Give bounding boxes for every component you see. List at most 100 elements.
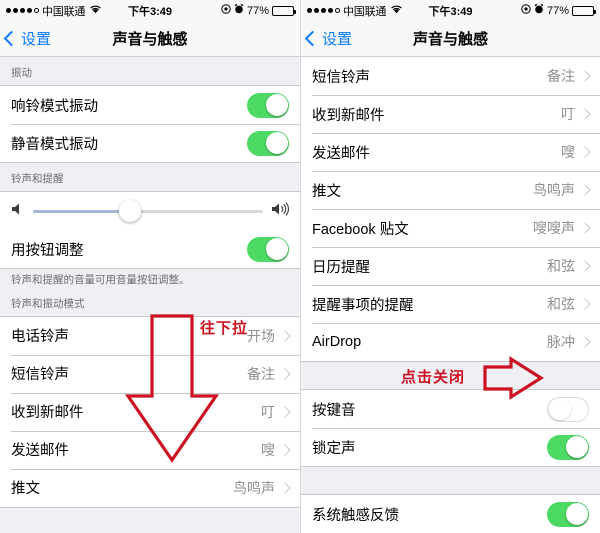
row-control (247, 236, 289, 262)
chevron-right-icon (579, 222, 591, 234)
wifi-icon (390, 4, 403, 17)
status-bar-right: 中国联通 下午3:49 77% (301, 0, 600, 21)
chevron-right-icon (579, 108, 591, 120)
row-label: 短信铃声 (312, 69, 370, 86)
toggle-change-with-buttons[interactable] (247, 236, 289, 262)
volume-high-icon (271, 201, 290, 221)
row-control (547, 501, 589, 527)
row-value-group: 和弦 (547, 294, 591, 314)
row-text-tone[interactable]: 短信铃声 备注 (301, 57, 600, 95)
slider-fill (33, 209, 130, 213)
row-ring-vibrate[interactable]: 响铃模式振动 (0, 86, 300, 124)
row-value: 嗖 (261, 441, 275, 458)
toggle-keyboard-clicks[interactable] (547, 396, 589, 422)
row-calendar-alert[interactable]: 日历提醒 和弦 (301, 247, 600, 285)
back-button[interactable]: 设置 (0, 28, 51, 49)
battery-percent: 77% (546, 4, 569, 17)
slider-track (33, 209, 263, 213)
row-value: 和弦 (547, 258, 575, 274)
slider-thumb[interactable] (118, 200, 141, 222)
section-footer-ringer: 铃声和提醒的音量可用音量按钮调整。 (0, 269, 300, 294)
row-sent-mail[interactable]: 发送邮件 嗖 (301, 133, 600, 171)
toggle-ring-vibrate[interactable] (247, 92, 289, 118)
alarm-icon (234, 3, 244, 17)
row-value: 备注 (547, 68, 575, 84)
row-airdrop[interactable]: AirDrop 脉冲 (301, 323, 600, 361)
row-silent-vibrate[interactable]: 静音模式振动 (0, 124, 300, 162)
row-label: 电话铃声 (11, 329, 69, 346)
row-value-group: 备注 (247, 364, 291, 384)
battery-percent: 77% (246, 4, 269, 17)
row-value-group: 备注 (547, 66, 591, 86)
row-label: 用按钮调整 (11, 242, 84, 259)
toggle-lock-sound[interactable] (547, 434, 589, 460)
row-value: 嗖 (561, 144, 575, 160)
settings-list-right[interactable]: 短信铃声 备注 收到新邮件 叮 发送邮件 嗖 推文 鸟鸣声 Facebook 贴… (301, 57, 600, 533)
row-label: 发送邮件 (312, 145, 370, 162)
back-button[interactable]: 设置 (301, 28, 352, 49)
row-value: 鸟鸣声 (233, 479, 275, 496)
chevron-right-icon (279, 367, 291, 380)
row-new-mail[interactable]: 收到新邮件 叮 (301, 95, 600, 133)
signal-strength-icon (307, 8, 340, 13)
section-sounds-group: 电话铃声 开场 短信铃声 备注 收到新邮件 叮 发送邮件 嗖 推文 鸟鸣声 (0, 315, 300, 508)
row-reminder-alert[interactable]: 提醒事项的提醒 和弦 (301, 285, 600, 323)
row-label: 响铃模式振动 (11, 98, 98, 115)
row-value-group: 嗖 (561, 142, 591, 162)
chevron-right-icon (279, 443, 291, 456)
row-change-with-buttons[interactable]: 用按钮调整 (0, 230, 300, 268)
chevron-right-icon (279, 405, 291, 418)
status-bar-carrier-group: 中国联通 (307, 3, 403, 19)
row-value-group: 嗖嗖声 (533, 218, 591, 238)
row-label: AirDrop (312, 334, 362, 350)
row-control (247, 92, 289, 118)
chevron-right-icon (279, 329, 291, 342)
row-control (547, 396, 589, 422)
section-sounds-group: 短信铃声 备注 收到新邮件 叮 发送邮件 嗖 推文 鸟鸣声 Facebook 贴… (301, 57, 600, 362)
status-bar-carrier-group: 中国联通 (6, 3, 102, 19)
status-bar-left: 中国联通 下午3:49 77% (0, 0, 300, 21)
chevron-left-icon (3, 30, 20, 47)
row-ringer-volume[interactable] (0, 192, 300, 230)
settings-list-left[interactable]: 振动 响铃模式振动 静音模式振动 铃声和提醒 用按钮调整 铃声和提醒的音量可用音… (0, 57, 300, 533)
row-value: 和弦 (547, 296, 575, 312)
row-label: Facebook 贴文 (312, 221, 409, 238)
section-gap (301, 362, 600, 389)
row-keyboard-clicks[interactable]: 按键音 (301, 390, 600, 428)
row-label: 发送邮件 (11, 443, 69, 460)
row-new-mail[interactable]: 收到新邮件 叮 (0, 392, 300, 431)
row-lock-sound[interactable]: 锁定声 (301, 428, 600, 466)
toggle-system-haptics[interactable] (547, 501, 589, 527)
row-value-group: 开场 (247, 326, 291, 346)
row-value-group: 脉冲 (547, 332, 591, 352)
chevron-right-icon (579, 146, 591, 158)
row-label: 提醒事项的提醒 (312, 297, 414, 314)
row-tweet[interactable]: 推文 鸟鸣声 (0, 468, 300, 507)
chevron-right-icon (279, 481, 291, 494)
toggle-silent-vibrate[interactable] (247, 130, 289, 156)
row-label: 短信铃声 (11, 367, 69, 384)
row-text-tone[interactable]: 短信铃声 备注 (0, 354, 300, 393)
row-ringtone[interactable]: 电话铃声 开场 (0, 316, 300, 355)
row-facebook-post[interactable]: Facebook 贴文 嗖嗖声 (301, 209, 600, 247)
carrier-name: 中国联通 (42, 5, 86, 18)
row-control (547, 434, 589, 460)
rotation-lock-icon (221, 4, 231, 17)
row-system-haptics[interactable]: 系统触感反馈 (301, 495, 600, 533)
section-ringer-group: 用按钮调整 (0, 191, 300, 269)
row-sent-mail[interactable]: 发送邮件 嗖 (0, 430, 300, 469)
section-keyboard-group: 按键音 锁定声 (301, 389, 600, 467)
row-value: 鸟鸣声 (533, 182, 575, 198)
status-bar-right-group: 77% (521, 3, 596, 17)
row-value-group: 叮 (561, 104, 591, 124)
back-button-label: 设置 (322, 31, 353, 48)
chevron-right-icon (579, 298, 591, 310)
row-value-group: 鸟鸣声 (233, 478, 291, 498)
volume-slider[interactable] (33, 200, 263, 222)
battery-icon (272, 5, 296, 16)
chevron-right-icon (579, 260, 591, 272)
section-haptics-group: 系统触感反馈 (301, 494, 600, 533)
row-value: 嗖嗖声 (533, 220, 575, 236)
chevron-right-icon (579, 70, 591, 82)
row-tweet[interactable]: 推文 鸟鸣声 (301, 171, 600, 209)
